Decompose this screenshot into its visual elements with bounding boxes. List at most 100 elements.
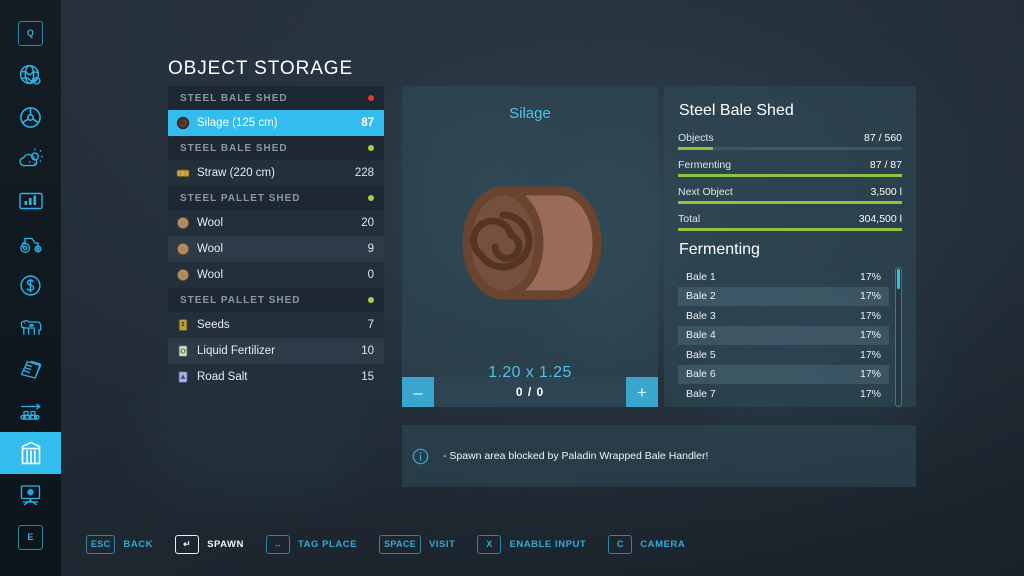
bale-label: Bale 2 [686,290,716,303]
hotkey-label: VISIT [428,538,456,550]
sidebar-item-production[interactable] [0,390,61,432]
bale-label: Bale 3 [686,309,716,322]
fermenting-row[interactable]: Bale 2 17% [678,286,889,306]
bale-label: Bale 7 [686,387,716,400]
sidebar-item-vehicles[interactable] [0,96,61,138]
sidebar-item-weather[interactable] [0,138,61,180]
fermenting-row[interactable]: Bale 7 17% [678,384,889,404]
group-label: STEEL BALE SHED [180,92,288,104]
conveyor-icon [19,403,41,420]
list-item[interactable]: Silage (125 cm) 87 [168,110,384,136]
list-item[interactable]: Road Salt 15 [168,364,384,390]
hotkey-back[interactable]: ESC BACK [86,534,153,554]
list-group-header: STEEL PALLET SHED [168,288,384,312]
hotkey-label: SPAWN [207,538,244,550]
fermenting-scrollbar[interactable] [895,267,902,407]
sidebar-item-statistics[interactable] [0,180,61,222]
stat-value: 87 / 560 [864,132,902,144]
background-blur-shape [150,380,350,500]
object-storage-list: STEEL BALE SHED Silage (125 cm) 87 STEEL… [168,86,384,390]
item-label: Straw (220 cm) [197,167,275,179]
bale-label: Bale 5 [686,348,716,361]
tractor-icon [19,237,41,253]
stat-row: Next Object 3,500 l [678,186,902,204]
wool-pallet-icon [177,243,189,255]
bale-label: Bale 6 [686,368,716,381]
list-item[interactable]: Wool 0 [168,262,384,288]
sidebar-item-animals[interactable] [0,306,61,348]
wool-pallet-icon [177,217,189,229]
easel-icon [20,485,41,506]
list-item[interactable]: Liquid Fertilizer 10 [168,338,384,364]
item-label: Seeds [197,319,230,331]
progress-bar [678,174,902,177]
sidebar-item-machines[interactable] [0,222,61,264]
hotkey-spawn[interactable]: ↵ SPAWN [175,534,244,554]
hotkey-enable-input[interactable]: X ENABLE INPUT [477,534,586,554]
decrement-button[interactable]: – [402,377,434,407]
item-label: Wool [197,243,223,255]
item-value: 10 [361,345,374,357]
notification-bar: - Spawn area blocked by Paladin Wrapped … [402,425,916,487]
sidebar-item-contracts[interactable] [0,348,61,390]
status-dot [368,95,374,101]
fermenting-row[interactable]: Bale 4 17% [678,325,889,345]
item-value: 9 [367,243,374,255]
stat-value: 87 / 87 [869,159,902,171]
hotkey-tag-place[interactable]: ↔ TAG PLACE [265,534,357,554]
group-label: STEEL PALLET SHED [180,192,301,204]
wool-pallet-icon [177,269,189,281]
fermenting-row[interactable]: Bale 1 17% [678,267,889,287]
hotkey-camera[interactable]: C CAMERA [608,534,686,554]
progress-fill [678,201,902,204]
bale-progress: 17% [859,270,881,283]
sidebar-item-storage[interactable] [0,432,61,474]
fermenting-row[interactable]: Bale 6 17% [678,364,889,384]
list-item[interactable]: Seeds 7 [168,312,384,338]
group-label: STEEL BALE SHED [180,142,288,154]
fermenting-row[interactable]: Bale 3 17% [678,306,889,326]
item-label: Wool [197,269,223,281]
sidebar-item-gallery[interactable] [0,474,61,516]
list-item[interactable]: Wool 9 [168,236,384,262]
key-cap: ↵ [175,534,200,554]
fermenting-row[interactable]: Bale 5 17% [678,345,889,365]
progress-bar [678,201,902,204]
cow-icon [20,320,41,335]
liquid-fertilizer-pallet-icon [178,345,188,357]
scrollbar-thumb[interactable] [897,269,900,289]
status-dot [368,195,374,201]
bale-progress: 17% [859,368,881,381]
list-item[interactable]: Straw (220 cm) 228 [168,160,384,186]
hotkey-label: CAMERA [640,538,686,550]
object-preview-panel: Silage 1.20 x 1.25 [402,86,658,404]
item-value: 20 [361,217,374,229]
stat-label: Next Object [678,186,733,198]
stat-row: Objects 87 / 560 [678,132,902,150]
stat-label: Objects [678,132,714,144]
silage-bale-large-icon [462,186,602,300]
fermenting-list: Bale 1 17% Bale 2 17% Bale 3 17% Bale 4 … [678,267,889,407]
sidebar-item-quests[interactable]: Q [0,12,61,54]
item-value: 15 [361,371,374,383]
item-label: Silage (125 cm) [197,117,278,129]
progress-fill [678,228,902,231]
e-key-icon: E [18,524,43,550]
fermenting-section: Bale 1 17% Bale 2 17% Bale 3 17% Bale 4 … [678,267,902,407]
seeds-pallet-icon [178,319,188,331]
sidebar-item-finances[interactable] [0,264,61,306]
stat-row: Fermenting 87 / 87 [678,159,902,177]
hotkey-visit[interactable]: SPACE VISIT [379,534,456,554]
bale-progress: 17% [859,329,881,342]
list-item[interactable]: Wool 20 [168,210,384,236]
spawn-counter: – 0 / 0 + [402,377,658,407]
item-label: Road Salt [197,371,248,383]
sidebar-item-exit[interactable]: E [0,516,61,558]
info-icon [412,448,429,464]
globe-icon [19,64,41,85]
list-group-header: STEEL BALE SHED [168,86,384,110]
increment-button[interactable]: + [626,377,658,407]
sidebar-item-map[interactable] [0,54,61,96]
stat-row: Total 304,500 l [678,213,902,231]
bale-label: Bale 1 [686,270,716,283]
